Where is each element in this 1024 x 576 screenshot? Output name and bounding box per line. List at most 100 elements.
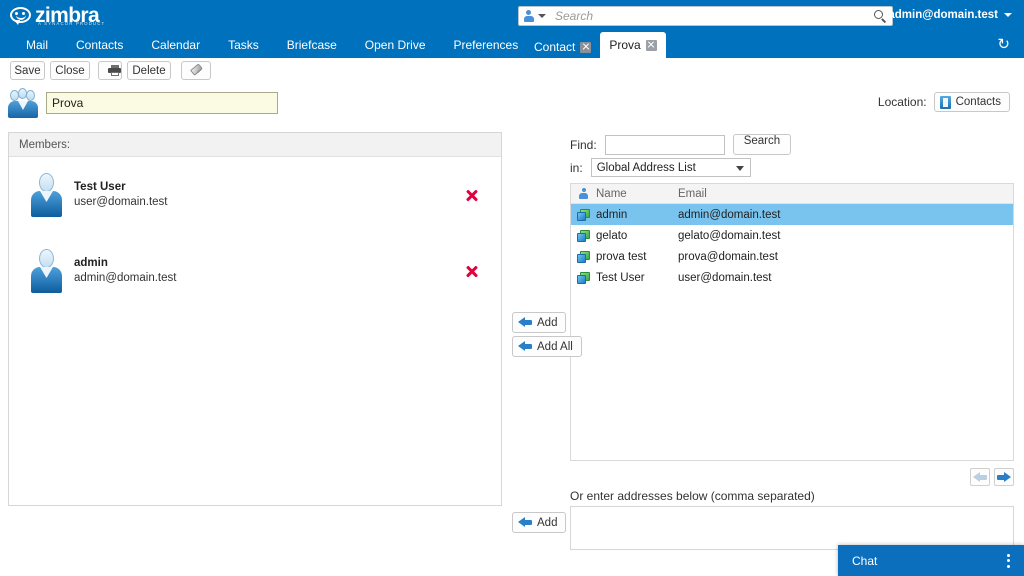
table-row[interactable]: gelato gelato@domain.test — [571, 225, 1013, 246]
contact-card-icon — [577, 230, 590, 242]
find-source-row: in: Global Address List — [570, 158, 751, 177]
nav-bar: Mail Contacts Calendar Tasks Briefcase O… — [0, 32, 1024, 58]
tab-contact[interactable]: Contact — [525, 36, 600, 58]
column-header-name[interactable]: Name — [596, 188, 678, 200]
arrow-right-icon — [997, 472, 1011, 483]
search-scope-chevron-down-icon[interactable] — [538, 14, 546, 18]
add-all-button[interactable]: Add All — [512, 336, 582, 357]
zimbra-logo-subtitle: A SYNACOR PRODUCT — [38, 21, 105, 26]
address-source-value: Global Address List — [597, 162, 696, 174]
chat-label: Chat — [852, 554, 877, 568]
contact-group-icon — [8, 88, 38, 120]
location-folder-button[interactable]: Contacts — [934, 92, 1010, 112]
table-row[interactable]: prova test prova@domain.test — [571, 246, 1013, 267]
contact-card-icon — [577, 251, 590, 263]
member-name: admin — [74, 256, 176, 271]
nav-item-briefcase[interactable]: Briefcase — [273, 32, 351, 58]
nav-items: Mail Contacts Calendar Tasks Briefcase O… — [12, 32, 532, 58]
add-selected-button[interactable]: Add — [512, 312, 566, 333]
save-button[interactable]: Save — [10, 61, 45, 80]
table-row[interactable]: Test User user@domain.test — [571, 267, 1013, 288]
results-pager — [970, 468, 1014, 486]
tag-button[interactable] — [181, 61, 211, 80]
member-remove-x-icon[interactable] — [465, 188, 479, 202]
find-search-button[interactable]: Search — [733, 134, 791, 155]
app-header: zimbra A SYNACOR PRODUCT admin@domain.te… — [0, 0, 1024, 32]
find-input[interactable] — [605, 135, 725, 155]
find-row: Find: Search — [570, 134, 791, 155]
row-email: admin@domain.test — [678, 209, 1013, 221]
location-label: Location: — [878, 95, 927, 109]
row-email: gelato@domain.test — [678, 230, 1013, 242]
search-results-list: Name Email admin admin@domain.test gelat… — [570, 183, 1014, 461]
address-source-chevron-down-icon[interactable] — [736, 166, 744, 171]
person-avatar-icon — [31, 173, 62, 217]
member-remove-x-icon[interactable] — [465, 264, 479, 278]
member-email: admin@domain.test — [74, 271, 176, 286]
member-email: user@domain.test — [74, 195, 168, 210]
members-header: Members: — [9, 133, 501, 157]
print-button[interactable] — [98, 61, 122, 80]
search-scope-person-icon[interactable] — [523, 10, 534, 22]
arrow-left-icon — [518, 317, 532, 328]
add-all-label: Add All — [537, 341, 573, 353]
kebab-menu-icon[interactable] — [1007, 554, 1010, 568]
tab-strip: Contact Prova — [525, 32, 666, 58]
row-name: prova test — [596, 251, 678, 263]
global-search-box[interactable] — [518, 6, 893, 26]
members-panel: Members: Test User user@domain.test admi… — [8, 132, 502, 506]
row-name: admin — [596, 209, 678, 221]
find-in-label: in: — [570, 161, 583, 175]
arrow-left-icon — [973, 472, 987, 483]
account-email: admin@domain.test — [888, 9, 998, 21]
pager-prev-button[interactable] — [970, 468, 990, 486]
address-source-select[interactable]: Global Address List — [591, 158, 751, 177]
nav-item-contacts[interactable]: Contacts — [62, 32, 137, 58]
address-book-icon — [940, 96, 951, 109]
table-row[interactable]: admin admin@domain.test — [571, 204, 1013, 225]
print-icon — [108, 65, 112, 76]
row-email: prova@domain.test — [678, 251, 1013, 263]
zimbra-logo-icon — [10, 7, 32, 25]
add-selected-label: Add — [537, 317, 557, 329]
member-row[interactable]: admin admin@domain.test — [9, 233, 501, 309]
zimbra-logo: zimbra A SYNACOR PRODUCT — [10, 2, 115, 30]
person-avatar-icon — [31, 249, 62, 293]
delete-button[interactable]: Delete — [127, 61, 171, 80]
add-addresses-button[interactable]: Add — [512, 512, 566, 533]
group-name-input[interactable] — [46, 92, 278, 114]
addresses-textarea[interactable] — [570, 506, 1014, 550]
nav-item-open-drive[interactable]: Open Drive — [351, 32, 440, 58]
account-menu[interactable]: admin@domain.test — [888, 9, 1012, 21]
close-button[interactable]: Close — [50, 61, 90, 80]
account-chevron-down-icon[interactable] — [1004, 13, 1012, 17]
contact-card-icon — [577, 209, 590, 221]
row-name: gelato — [596, 230, 678, 242]
contact-person-icon — [579, 188, 588, 199]
arrow-left-icon — [518, 517, 532, 528]
chat-bar[interactable]: Chat — [838, 545, 1024, 576]
location-folder-label: Contacts — [956, 96, 1001, 108]
addresses-label: Or enter addresses below (comma separate… — [570, 489, 815, 503]
nav-item-preferences[interactable]: Preferences — [440, 32, 533, 58]
column-header-email[interactable]: Email — [678, 188, 1013, 200]
search-input[interactable] — [553, 8, 870, 24]
tab-prova-label: Prova — [609, 38, 640, 52]
tab-prova-close-icon[interactable] — [646, 40, 657, 51]
tab-contact-close-icon[interactable] — [580, 42, 591, 53]
location-area: Location: Contacts — [878, 92, 1010, 112]
nav-item-tasks[interactable]: Tasks — [214, 32, 273, 58]
find-label: Find: — [570, 138, 597, 152]
member-row[interactable]: Test User user@domain.test — [9, 157, 501, 233]
row-name: Test User — [596, 272, 678, 284]
pager-next-button[interactable] — [994, 468, 1014, 486]
column-header-icon[interactable] — [571, 188, 596, 199]
row-email: user@domain.test — [678, 272, 1013, 284]
member-name: Test User — [74, 180, 168, 195]
add-addresses-label: Add — [537, 517, 557, 529]
editor-toolbar: Save Close Delete — [0, 58, 1024, 83]
nav-item-mail[interactable]: Mail — [12, 32, 62, 58]
nav-item-calendar[interactable]: Calendar — [137, 32, 214, 58]
tab-prova[interactable]: Prova — [600, 32, 665, 58]
refresh-icon[interactable]: ↻ — [997, 36, 1010, 54]
